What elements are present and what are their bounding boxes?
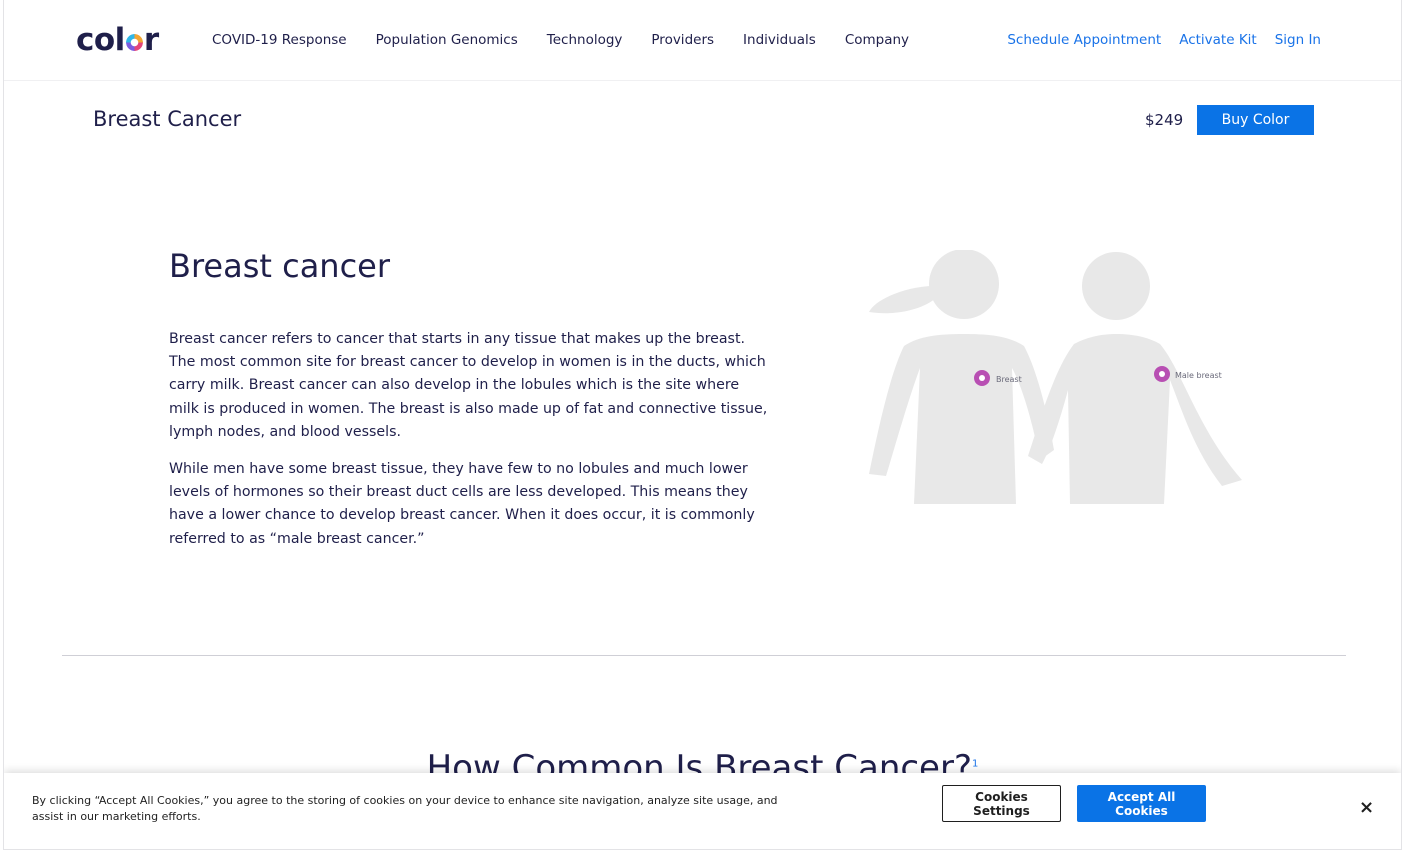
intro-paragraph: Breast cancer refers to cancer that star…: [169, 331, 768, 440]
accept-all-cookies-button[interactable]: Accept All Cookies: [1077, 785, 1206, 822]
male-breast-marker-label: Male breast: [1175, 371, 1222, 380]
nav-link-individuals[interactable]: Individuals: [743, 32, 816, 48]
body-illustration: Breast Male breast: [864, 250, 1244, 510]
logo-text-right: r: [143, 22, 159, 58]
logo-text-left: col: [76, 22, 125, 58]
section-divider: [62, 655, 1346, 656]
nav-link-covid-19-response[interactable]: COVID-19 Response: [212, 32, 347, 48]
top-navigation: col r COVID-19 Response Population Genomi…: [4, 0, 1401, 81]
page-title: Breast cancer: [169, 247, 391, 285]
cookies-settings-button[interactable]: Cookies Settings: [942, 785, 1061, 822]
footnote-link[interactable]: 1: [972, 759, 978, 770]
sign-in-link[interactable]: Sign In: [1275, 32, 1321, 48]
nav-link-providers[interactable]: Providers: [651, 32, 714, 48]
activate-kit-link[interactable]: Activate Kit: [1179, 32, 1257, 48]
buy-color-button[interactable]: Buy Color: [1197, 105, 1314, 135]
nav-link-population-genomics[interactable]: Population Genomics: [376, 32, 518, 48]
page-frame: col r COVID-19 Response Population Genomi…: [3, 0, 1402, 850]
silhouettes-svg: Breast Male breast: [869, 250, 1242, 504]
breast-marker-label: Breast: [996, 375, 1022, 384]
cookie-banner: By clicking “Accept All Cookies,” you ag…: [4, 773, 1401, 849]
close-icon[interactable]: ×: [1359, 799, 1374, 817]
nav-link-company[interactable]: Company: [845, 32, 909, 48]
primary-nav: COVID-19 Response Population Genomics Te…: [212, 32, 938, 48]
cookie-consent-text: By clicking “Accept All Cookies,” you ag…: [32, 794, 778, 823]
male-breast-marker: Male breast: [1154, 366, 1222, 382]
price-label: $249: [1145, 111, 1184, 129]
subheader-title: Breast Cancer: [93, 107, 242, 131]
male-breast-paragraph: While men have some breast tissue, they …: [169, 461, 755, 547]
female-silhouette: [869, 250, 1054, 504]
logo-ring-icon: [125, 33, 143, 51]
account-nav: Schedule Appointment Activate Kit Sign I…: [989, 32, 1321, 48]
schedule-appointment-link[interactable]: Schedule Appointment: [1007, 32, 1161, 48]
nav-link-technology[interactable]: Technology: [547, 32, 623, 48]
color-logo[interactable]: col r: [76, 22, 159, 58]
